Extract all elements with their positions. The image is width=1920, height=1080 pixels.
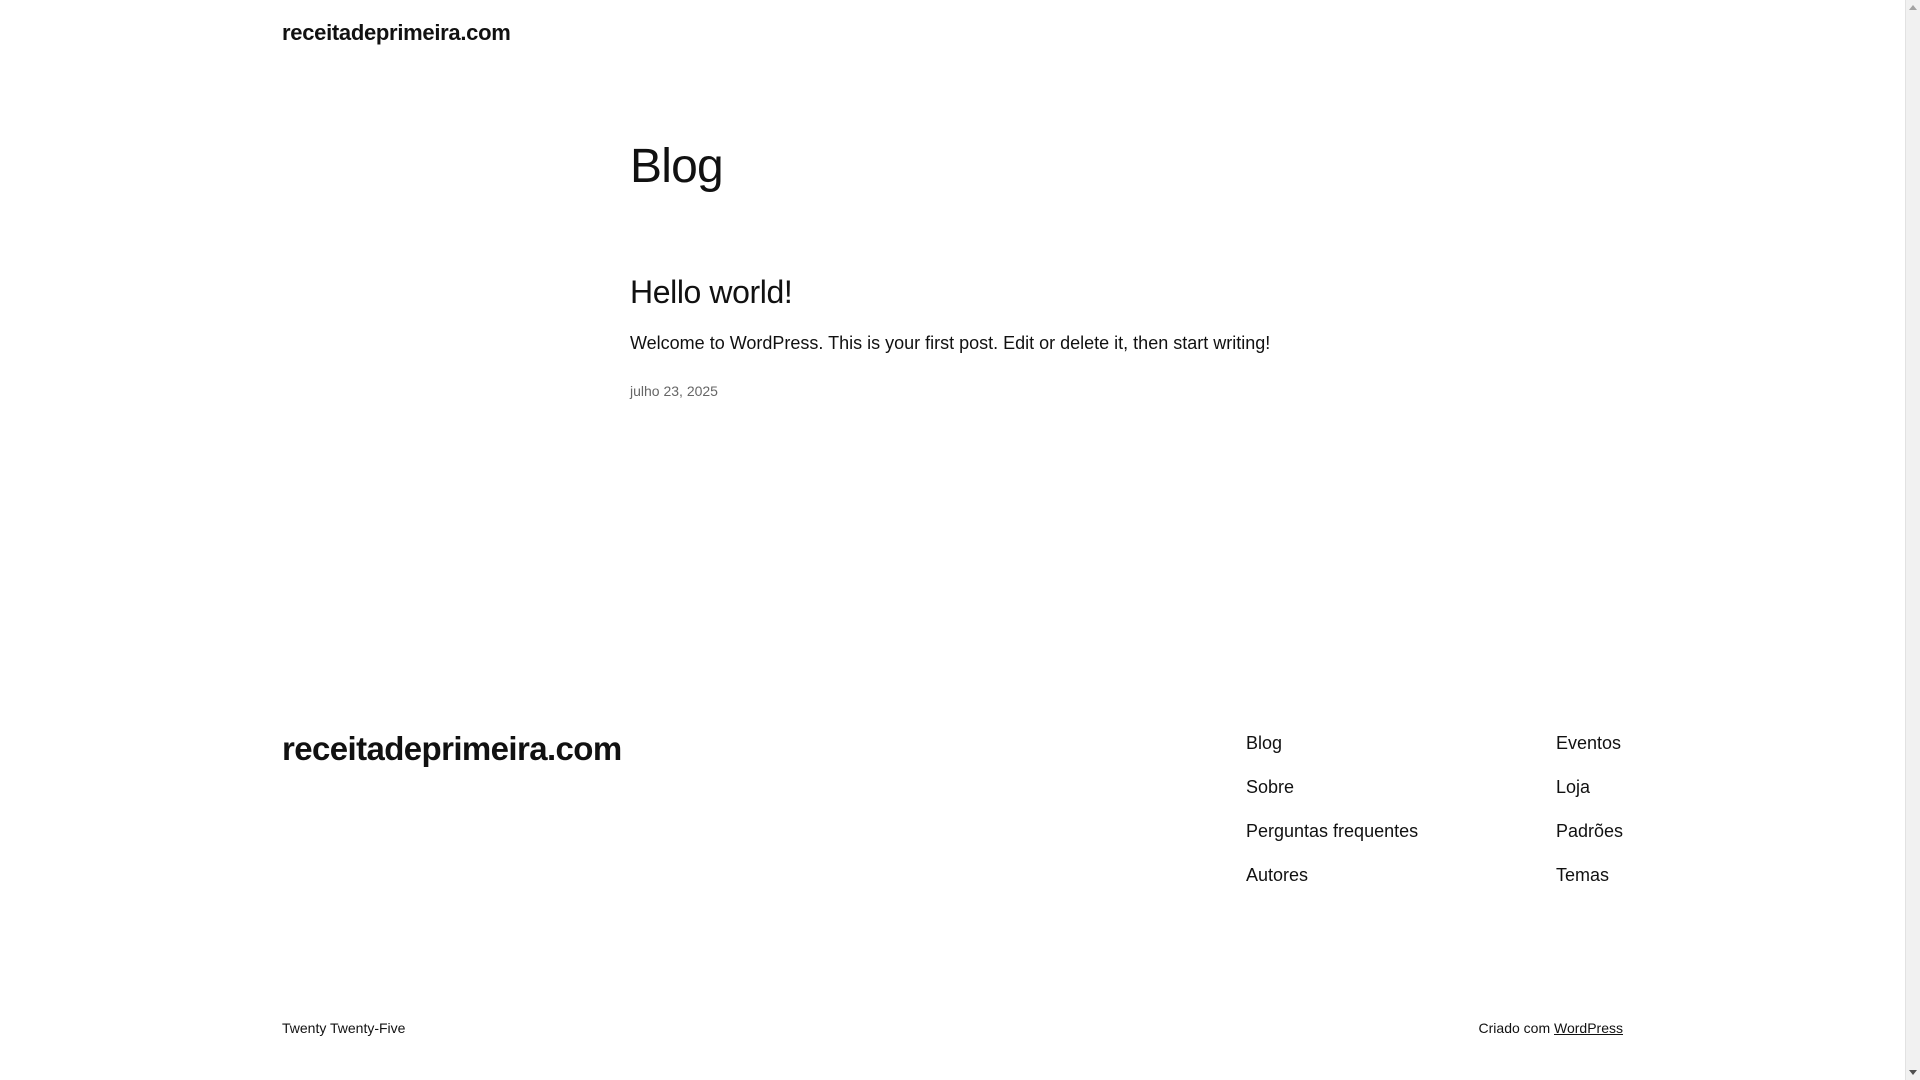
- theme-credit: Twenty Twenty-Five: [282, 1020, 406, 1036]
- footer-nav-item-faq[interactable]: Perguntas frequentes: [1246, 820, 1418, 842]
- footer-nav-item-loja[interactable]: Loja: [1556, 776, 1623, 798]
- footer-nav-column-1: Blog Sobre Perguntas frequentes Autores: [1246, 732, 1418, 908]
- post-item: Hello world! Welcome to WordPress. This …: [630, 272, 1330, 400]
- made-with-prefix: Criado com: [1478, 1020, 1551, 1036]
- page-title: Blog: [630, 140, 724, 193]
- footer-nav-item-padroes[interactable]: Padrões: [1556, 820, 1623, 842]
- post-title-link[interactable]: Hello world!: [630, 272, 1330, 312]
- footer-site-title-link[interactable]: receitadeprimeira.com: [282, 730, 622, 768]
- post-excerpt: Welcome to WordPress. This is your first…: [630, 333, 1271, 353]
- footer-nav-item-sobre[interactable]: Sobre: [1246, 776, 1418, 798]
- scroll-down-arrow-icon[interactable]: [1909, 1070, 1917, 1075]
- vertical-scrollbar[interactable]: [1905, 0, 1920, 1080]
- main-content: Blog Hello world! Welcome to WordPress. …: [630, 138, 1330, 400]
- footer-nav-item-autores[interactable]: Autores: [1246, 864, 1418, 886]
- footer-nav-column-2: Eventos Loja Padrões Temas: [1556, 732, 1623, 908]
- made-with-credit: Criado com WordPress: [1479, 1020, 1623, 1036]
- post-date[interactable]: julho 23, 2025: [630, 382, 1330, 400]
- footer-nav-item-blog[interactable]: Blog: [1246, 732, 1418, 754]
- scroll-up-arrow-icon[interactable]: [1909, 5, 1917, 10]
- page: receitadeprimeira.com Blog Hello world! …: [0, 0, 1905, 1080]
- footer-nav-item-eventos[interactable]: Eventos: [1556, 732, 1623, 754]
- footer-nav-item-temas[interactable]: Temas: [1556, 864, 1623, 886]
- wordpress-link[interactable]: WordPress: [1554, 1020, 1623, 1036]
- site-title-link[interactable]: receitadeprimeira.com: [282, 20, 511, 46]
